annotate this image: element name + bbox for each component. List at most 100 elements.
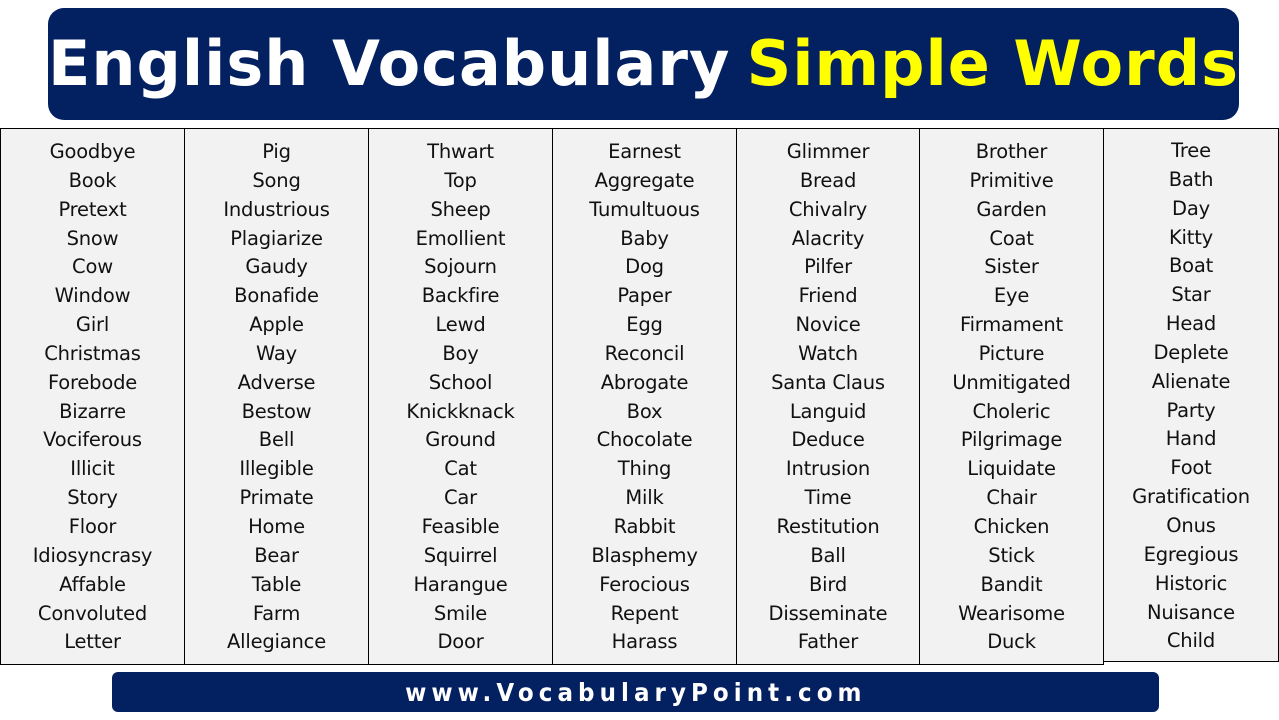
- word-item: Bath: [1168, 167, 1214, 191]
- word-item: Chicken: [973, 514, 1050, 538]
- word-item: Boat: [1168, 254, 1214, 278]
- word-item: Song: [252, 168, 301, 192]
- word-item: Restitution: [776, 514, 880, 538]
- word-column-1: Goodbye Book Pretext Snow Cow Window Girl Chris…: [0, 128, 185, 665]
- word-item: Bell: [258, 428, 295, 452]
- word-item: Garden: [976, 197, 1047, 221]
- word-item: Liquidate: [967, 457, 1056, 481]
- title-simple-words: Simple Words: [746, 27, 1239, 100]
- word-item: Lewd: [435, 313, 486, 337]
- word-item: Affable: [59, 572, 126, 596]
- word-item: Plagiarize: [230, 226, 323, 250]
- word-item: Earnest: [608, 140, 681, 163]
- word-item: Primitive: [969, 168, 1054, 192]
- word-item: Backfire: [421, 284, 500, 308]
- word-item: Bizarre: [59, 399, 126, 423]
- word-table: Goodbye Book Pretext Snow Cow Window Girl Chris…: [0, 128, 1279, 665]
- word-item: Sojourn: [424, 255, 497, 279]
- word-item: Tree: [1171, 139, 1211, 162]
- word-item: Top: [444, 168, 477, 192]
- word-item: Eye: [993, 284, 1030, 308]
- word-item: Adverse: [237, 370, 316, 394]
- word-item: Sheep: [430, 197, 491, 221]
- word-item: Car: [444, 486, 477, 510]
- word-item: Coat: [989, 226, 1034, 250]
- word-item: Brother: [975, 140, 1048, 163]
- word-item: Head: [1165, 312, 1217, 336]
- word-item: Bandit: [980, 572, 1043, 596]
- word-item: Ferocious: [599, 572, 690, 596]
- word-item: Christmas: [44, 341, 141, 365]
- word-item: Snow: [66, 226, 119, 250]
- word-item: Unmitigated: [952, 370, 1071, 394]
- word-item: Allegiance: [227, 630, 326, 654]
- word-item: Girl: [75, 313, 110, 337]
- word-item: Dog: [625, 255, 664, 279]
- word-item: Table: [251, 572, 302, 596]
- word-item: Letter: [64, 630, 121, 654]
- word-item: Time: [804, 486, 852, 510]
- word-item: Cat: [444, 457, 477, 481]
- word-item: Party: [1166, 398, 1216, 422]
- word-column-6: Brother Primitive Garden Coat Sister Eye Firma…: [919, 128, 1104, 665]
- word-item: Pretext: [58, 197, 127, 221]
- word-item: Illicit: [70, 457, 115, 481]
- word-column-2: Pig Song Industrious Plagiarize Gaudy Bonafid…: [184, 128, 369, 665]
- title-english-vocabulary: English Vocabulary: [48, 27, 731, 100]
- word-item: Ground: [425, 428, 496, 452]
- word-item: Floor: [68, 514, 117, 538]
- word-item: Story: [67, 486, 118, 510]
- word-item: Historic: [1154, 571, 1228, 595]
- word-item: Feasible: [421, 514, 500, 538]
- word-item: Convoluted: [37, 601, 148, 625]
- word-item: Illegible: [239, 457, 314, 481]
- word-item: Bear: [254, 543, 299, 567]
- word-item: Bird: [808, 572, 848, 596]
- word-item: Deplete: [1153, 340, 1229, 364]
- word-item: Tumultuous: [589, 197, 700, 221]
- word-item: Goodbye: [49, 140, 136, 163]
- word-item: Door: [437, 630, 484, 654]
- word-item: Day: [1172, 196, 1210, 220]
- word-item: Primate: [239, 486, 314, 510]
- word-item: Bonafide: [234, 284, 319, 308]
- word-item: Egregious: [1143, 542, 1239, 566]
- word-item: Intrusion: [785, 457, 871, 481]
- word-item: Smile: [433, 601, 488, 625]
- word-item: Gaudy: [245, 255, 308, 279]
- word-item: Star: [1171, 283, 1211, 307]
- word-item: Repent: [610, 601, 679, 625]
- word-item: Novice: [795, 313, 861, 337]
- word-item: Apple: [249, 313, 304, 337]
- word-item: Onus: [1166, 513, 1216, 537]
- word-column-4: Earnest Aggregate Tumultuous Baby Dog Paper Eg…: [552, 128, 737, 665]
- word-item: Duck: [987, 630, 1036, 654]
- word-item: Firmament: [959, 313, 1064, 337]
- word-item: Stick: [988, 543, 1035, 567]
- word-item: Boy: [442, 341, 479, 365]
- word-item: Child: [1166, 629, 1216, 653]
- word-item: Knickknack: [406, 399, 515, 423]
- word-item: Gratification: [1132, 485, 1250, 509]
- word-item: Emollient: [415, 226, 506, 250]
- word-item: Alacrity: [791, 226, 865, 250]
- word-item: School: [428, 370, 493, 394]
- word-item: Choleric: [972, 399, 1051, 423]
- word-item: Home: [248, 514, 305, 538]
- word-item: Watch: [798, 341, 858, 365]
- word-item: Bread: [799, 168, 857, 192]
- word-item: Abrogate: [600, 370, 689, 394]
- word-item: Disseminate: [768, 601, 888, 625]
- word-item: Window: [54, 284, 131, 308]
- website-link[interactable]: www.VocabularyPoint.com: [405, 678, 867, 707]
- word-item: Deduce: [791, 428, 865, 452]
- word-item: Reconcil: [604, 341, 685, 365]
- word-item: Pig: [262, 140, 291, 163]
- word-item: Idiosyncrasy: [32, 543, 153, 567]
- footer-banner: www.VocabularyPoint.com: [112, 672, 1159, 712]
- word-item: Glimmer: [786, 140, 870, 163]
- word-item: Chocolate: [596, 428, 693, 452]
- word-item: Milk: [625, 486, 664, 510]
- word-item: Alienate: [1151, 369, 1231, 393]
- word-item: Blasphemy: [591, 543, 698, 567]
